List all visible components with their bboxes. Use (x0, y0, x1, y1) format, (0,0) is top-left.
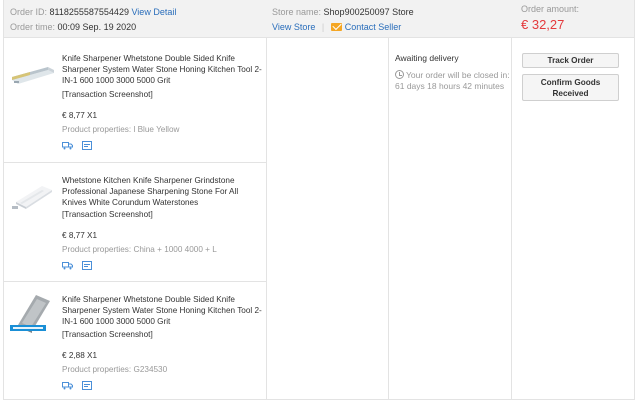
order-card: Order ID: 8118255587554429 View Detail O… (3, 0, 635, 400)
document-icon[interactable] (81, 141, 92, 152)
order-close-countdown: Your order will be closed in: 61 days 18… (395, 70, 510, 92)
order-time-row: Order time: 00:09 Sep. 19 2020 (10, 22, 136, 32)
product-title[interactable]: Knife Sharpener Whetstone Double Sided K… (62, 53, 264, 86)
product-properties: Product properties: l Blue Yellow (62, 125, 179, 134)
service-icons (62, 381, 98, 391)
product-price: € 2,88 X1 (62, 351, 98, 360)
countdown-text: Your order will be closed in: 61 days 18… (395, 70, 510, 91)
product-properties-value: l Blue Yellow (133, 125, 180, 134)
order-amount-label: Order amount: (521, 4, 580, 14)
document-icon[interactable] (81, 381, 92, 392)
transaction-screenshot-link[interactable]: [Transaction Screenshot] (62, 90, 153, 99)
transaction-screenshot-link[interactable]: [Transaction Screenshot] (62, 330, 153, 339)
whetstone-image-icon (10, 295, 50, 333)
product-properties-value: China + 1000 4000 + L (133, 245, 217, 254)
item-divider (4, 281, 266, 282)
order-status: Awaiting delivery (395, 53, 459, 63)
view-detail-link[interactable]: View Detail (131, 7, 176, 17)
product-thumbnail[interactable] (8, 172, 56, 220)
order-id: 8118255587554429 (49, 7, 129, 17)
store-links-row: View Store | Contact Seller (272, 22, 401, 32)
whetstone-image-icon (12, 67, 54, 84)
view-store-link[interactable]: View Store (272, 22, 315, 32)
store-name-row: Store name: Shop900250097 Store (272, 7, 414, 17)
product-properties: Product properties: G234530 (62, 365, 167, 374)
truck-icon[interactable] (62, 381, 73, 392)
product-title[interactable]: Knife Sharpener Whetstone Double Sided K… (62, 294, 264, 327)
clock-icon (395, 70, 404, 79)
column-divider (388, 38, 389, 399)
product-price: € 8,77 X1 (62, 111, 98, 120)
order-header: Order ID: 8118255587554429 View Detail O… (4, 0, 634, 38)
product-properties-label: Product properties: (62, 245, 132, 254)
document-icon[interactable] (81, 261, 92, 272)
product-properties-value: G234530 (133, 365, 168, 374)
product-thumbnail[interactable] (8, 50, 56, 98)
whetstone-image-icon (12, 186, 52, 209)
store-name-label: Store name: (272, 7, 322, 17)
product-properties-label: Product properties: (62, 125, 132, 134)
product-properties-label: Product properties: (62, 365, 132, 374)
service-icons (62, 141, 98, 151)
product-properties: Product properties: China + 1000 4000 + … (62, 245, 217, 254)
truck-icon[interactable] (62, 141, 73, 152)
transaction-screenshot-link[interactable]: [Transaction Screenshot] (62, 210, 153, 219)
product-title[interactable]: Whetstone Kitchen Knife Sharpener Grinds… (62, 175, 264, 208)
column-divider (511, 38, 512, 399)
track-order-button[interactable]: Track Order (522, 53, 619, 68)
truck-icon[interactable] (62, 261, 73, 272)
link-divider: | (321, 22, 325, 32)
order-id-row: Order ID: 8118255587554429 View Detail (10, 7, 176, 17)
order-amount: € 32,27 (521, 17, 565, 32)
product-thumbnail[interactable] (8, 291, 56, 339)
contact-seller-link[interactable]: Contact Seller (345, 22, 402, 32)
product-price: € 8,77 X1 (62, 231, 98, 240)
column-divider (266, 38, 267, 399)
item-divider (4, 162, 266, 163)
order-time: 00:09 Sep. 19 2020 (57, 22, 137, 32)
store-name: Shop900250097 Store (323, 7, 414, 17)
order-id-label: Order ID: (10, 7, 48, 17)
confirm-goods-received-button[interactable]: Confirm Goods Received (522, 74, 619, 101)
order-time-label: Order time: (10, 22, 56, 32)
mail-icon (330, 23, 342, 31)
service-icons (62, 261, 98, 271)
